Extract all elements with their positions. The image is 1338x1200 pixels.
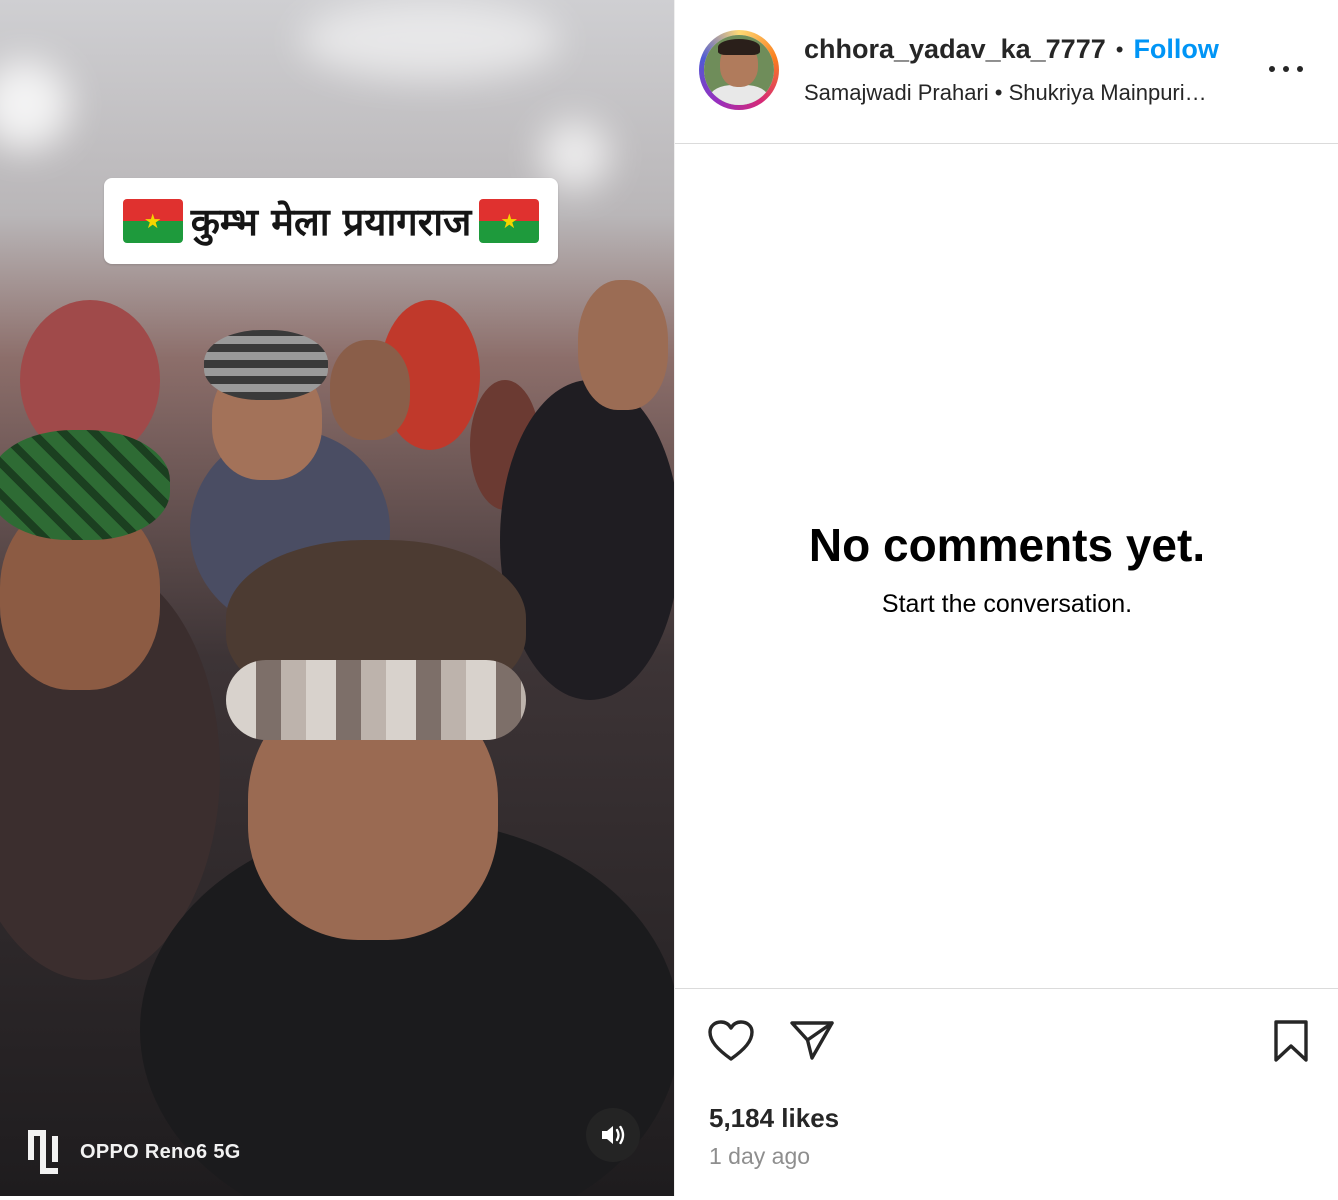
video-caption-banner: ★ कुम्भ मेला प्रयागराज ★ [104, 178, 558, 264]
volume-button[interactable] [586, 1108, 640, 1162]
video-caption-text: कुम्भ मेला प्रयागराज [190, 199, 472, 244]
post-video[interactable]: ★ कुम्भ मेला प्रयागराज ★ OPPO Reno6 5G [0, 0, 674, 1196]
post-header: chhora_yadav_ka_7777 • Follow Samajwadi … [675, 0, 1338, 144]
user-row: chhora_yadav_ka_7777 • Follow [804, 34, 1219, 65]
share-button[interactable] [789, 1019, 835, 1061]
green-scarf [0, 430, 170, 540]
comments-section: No comments yet. Start the conversation. [675, 144, 1338, 988]
speaker-icon [602, 1125, 625, 1145]
empty-comments-title: No comments yet. [808, 519, 1206, 571]
avatar[interactable] [699, 30, 779, 110]
save-button[interactable] [1273, 1019, 1309, 1063]
light-glow [300, 0, 560, 80]
more-options-button[interactable] [1269, 64, 1305, 76]
flag-icon: ★ [479, 199, 540, 243]
post-side-panel: chhora_yadav_ka_7777 • Follow Samajwadi … [674, 0, 1338, 1196]
person-face [578, 280, 668, 410]
separator: • [1115, 36, 1124, 62]
oppo-logo-icon [28, 1130, 58, 1174]
watermark-text: OPPO Reno6 5G [80, 1140, 241, 1163]
more-dot-icon [1297, 66, 1303, 72]
like-button[interactable] [707, 1019, 755, 1063]
paper-plane-icon [790, 1021, 834, 1060]
follow-button[interactable]: Follow [1133, 34, 1218, 65]
bookmark-icon [1274, 1020, 1308, 1062]
avatar-image [704, 35, 774, 105]
post-actions: 5,184 likes 1 day ago [675, 988, 1338, 1196]
more-dot-icon [1283, 66, 1289, 72]
striped-beanie [204, 330, 328, 400]
empty-comments-subtitle: Start the conversation. [881, 590, 1133, 618]
camera-watermark: OPPO Reno6 5G [28, 1130, 241, 1174]
audio-subtitle-link[interactable]: Samajwadi Prahari • Shukriya Mainpuri… [804, 80, 1207, 106]
flag-icon: ★ [122, 199, 183, 243]
heart-icon [708, 1020, 754, 1061]
camo-headband [226, 660, 526, 740]
more-dot-icon [1269, 66, 1275, 72]
username-link[interactable]: chhora_yadav_ka_7777 [804, 34, 1106, 65]
person-face [330, 340, 410, 440]
post-timestamp[interactable]: 1 day ago [709, 1143, 810, 1170]
crowd-figure [500, 380, 674, 700]
light-glow [0, 60, 70, 150]
likes-count[interactable]: 5,184 likes [709, 1103, 839, 1134]
